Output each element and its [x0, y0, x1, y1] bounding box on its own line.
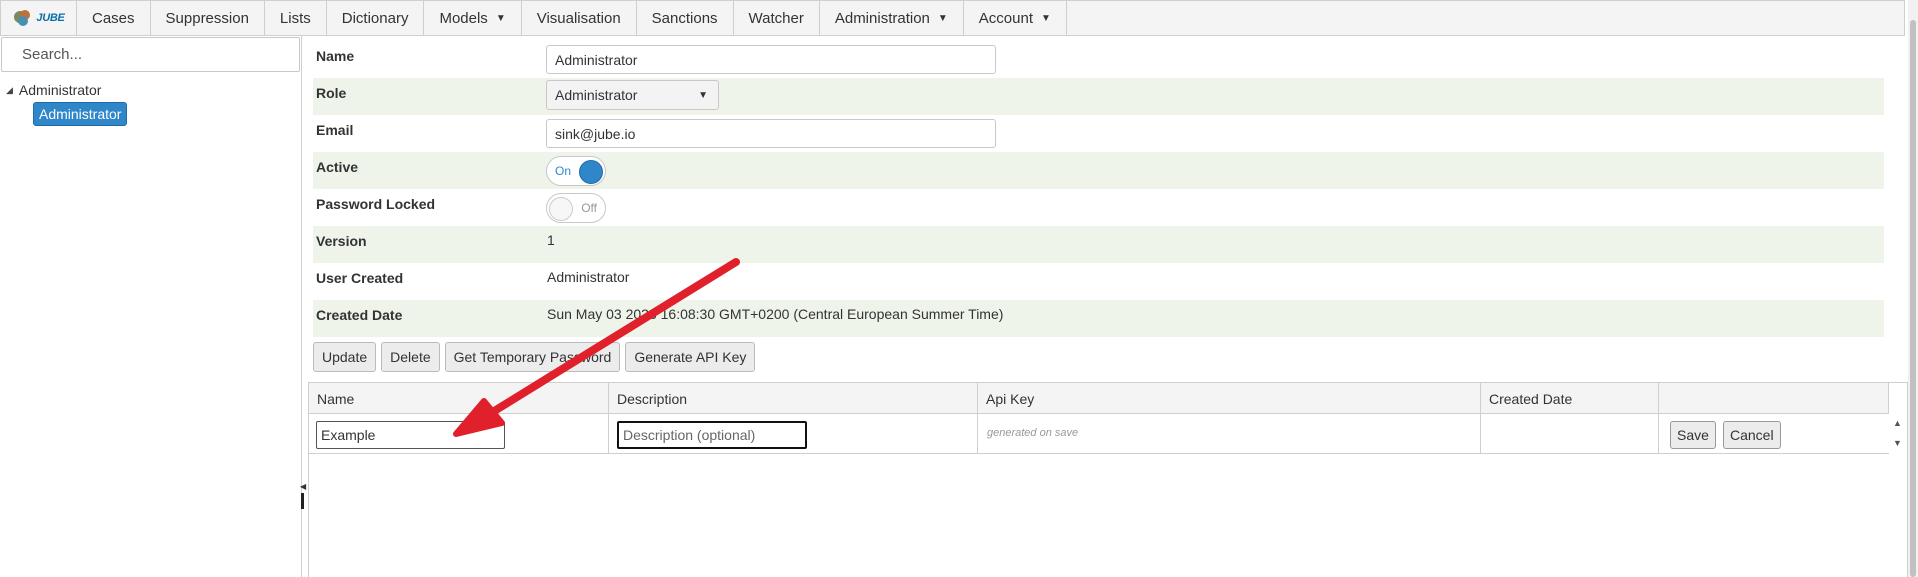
sidebar: ◢ Administrator Administrator ◀	[0, 36, 306, 577]
jube-logo[interactable]: JUBE	[1, 1, 77, 35]
password-locked-toggle[interactable]: Off	[546, 193, 606, 223]
version-label: Version	[316, 233, 367, 249]
created-date-value: Sun May 03 2026 16:08:30 GMT+0200 (Centr…	[547, 306, 1004, 322]
scroll-down-icon[interactable]: ▼	[1893, 438, 1902, 448]
form-row-created-date: Created Date Sun May 03 2026 16:08:30 GM…	[313, 300, 1884, 337]
form-row-email: Email	[313, 115, 1884, 152]
user-created-label: User Created	[316, 270, 404, 286]
cell-api-key: generated on save	[978, 414, 1481, 453]
chevron-down-icon: ▼	[1041, 12, 1051, 24]
active-label: Active	[316, 159, 359, 175]
nav-watcher[interactable]: Watcher	[734, 1, 820, 35]
user-created-value: Administrator	[547, 269, 630, 285]
column-header-api-key[interactable]: Api Key	[978, 383, 1481, 413]
role-label: Role	[316, 85, 347, 101]
nav-visualisation[interactable]: Visualisation	[522, 1, 637, 35]
page-scrollbar-thumb[interactable]	[1910, 20, 1916, 577]
email-label: Email	[316, 122, 354, 138]
nav-lists[interactable]: Lists	[265, 1, 327, 35]
active-toggle[interactable]: On	[546, 156, 606, 186]
collapse-arrow-icon[interactable]: ◀	[300, 482, 306, 491]
generate-api-key-button[interactable]: Generate API Key	[625, 342, 756, 372]
cell-description	[609, 414, 978, 453]
name-label: Name	[316, 48, 355, 64]
active-toggle-label: On	[555, 164, 572, 178]
password-locked-label: Password Locked	[316, 196, 436, 212]
api-key-grid: Name Description Api Key Created Date ge…	[308, 382, 1908, 577]
form-row-name: Name	[313, 41, 1884, 78]
search-input[interactable]	[1, 37, 300, 72]
form-row-password-locked: Password Locked Off	[313, 189, 1884, 226]
tree-node-label: Administrator	[18, 82, 102, 98]
splitter-bar[interactable]	[301, 493, 304, 509]
name-field[interactable]	[546, 45, 996, 74]
get-temporary-password-button[interactable]: Get Temporary Password	[444, 342, 621, 372]
cell-actions: Save Cancel	[1659, 414, 1889, 453]
row-description-input[interactable]	[617, 421, 807, 449]
row-name-input[interactable]	[316, 421, 505, 449]
role-select[interactable]: Administrator ▼	[546, 80, 719, 110]
page-scrollbar[interactable]	[1908, 0, 1918, 577]
version-value: 1	[547, 232, 555, 248]
toggle-knob	[549, 197, 573, 221]
api-key-hint: generated on save	[987, 427, 1079, 439]
nav-sanctions[interactable]: Sanctions	[637, 1, 734, 35]
form-row-user-created: User Created Administrator	[313, 263, 1884, 300]
nav-suppression[interactable]: Suppression	[151, 1, 265, 35]
top-nav: JUBE Cases Suppression Lists Dictionary …	[0, 0, 1905, 36]
row-cancel-button[interactable]: Cancel	[1723, 421, 1781, 449]
tree-node-root[interactable]: ◢ Administrator	[6, 82, 101, 98]
delete-button[interactable]: Delete	[381, 342, 440, 372]
logo-mark-icon	[14, 10, 31, 26]
form-row-role: Role Administrator ▼	[313, 78, 1884, 115]
role-select-value: Administrator	[555, 87, 638, 103]
chevron-down-icon: ▼	[937, 12, 948, 24]
scroll-up-icon[interactable]: ▲	[1893, 418, 1902, 428]
nav-cases[interactable]: Cases	[77, 1, 151, 35]
nav-account[interactable]: Account ▼	[964, 1, 1067, 35]
tree-node-selected[interactable]: Administrator	[33, 102, 128, 126]
column-header-description[interactable]: Description	[609, 383, 978, 413]
chevron-down-icon: ▼	[495, 12, 506, 24]
nav-administration[interactable]: Administration ▼	[820, 1, 964, 35]
column-header-actions	[1659, 383, 1889, 413]
column-header-name[interactable]: Name	[309, 383, 609, 413]
email-field[interactable]	[546, 119, 996, 148]
password-locked-toggle-label: Off	[581, 201, 597, 215]
created-date-label: Created Date	[316, 307, 403, 323]
nav-models[interactable]: Models ▼	[424, 1, 522, 35]
cell-name	[309, 414, 609, 453]
column-header-created-date[interactable]: Created Date	[1481, 383, 1659, 413]
chevron-down-icon: ▼	[698, 90, 708, 101]
update-button[interactable]: Update	[313, 342, 377, 372]
splitter-handle[interactable]: ◀	[300, 482, 306, 509]
form-row-active: Active On	[313, 152, 1884, 189]
action-buttons: Update Delete Get Temporary Password Gen…	[313, 342, 756, 372]
toggle-knob	[579, 160, 603, 184]
logo-text: JUBE	[36, 12, 65, 24]
nav-dictionary[interactable]: Dictionary	[327, 1, 425, 35]
user-form: Name Role Administrator ▼ Email Active O…	[313, 41, 1884, 337]
row-save-button[interactable]: Save	[1670, 421, 1716, 449]
table-row: generated on save Save Cancel	[309, 414, 1889, 454]
grid-scrollbar[interactable]: ▲ ▼	[1889, 414, 1907, 454]
cell-created-date	[1481, 414, 1659, 453]
tree-expand-icon[interactable]: ◢	[6, 85, 13, 96]
grid-header: Name Description Api Key Created Date	[309, 383, 1889, 414]
form-row-version: Version 1	[313, 226, 1884, 263]
